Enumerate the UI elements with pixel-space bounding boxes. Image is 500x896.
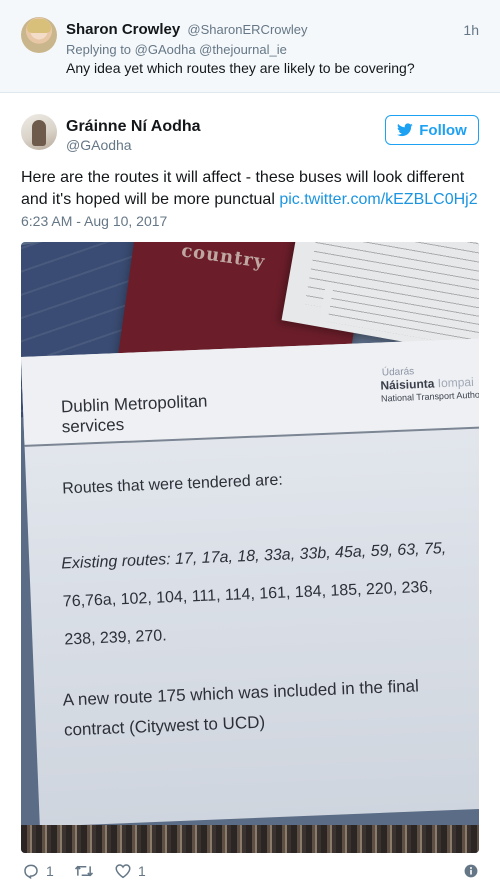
parent-author[interactable]: Sharon Crowley @SharonERCrowley <box>66 21 308 38</box>
replying-to: Replying to @GAodha @thejournal_ie <box>66 42 287 57</box>
info-icon <box>464 864 478 878</box>
pic-link[interactable]: pic.twitter.com/kEZBLC0Hj2 <box>279 191 477 208</box>
parent-tweet-text: Any idea yet which routes they are likel… <box>66 60 415 76</box>
parent-tweet[interactable]: Sharon Crowley @SharonERCrowley 1h Reply… <box>0 0 500 93</box>
document-header: Dublin Metropolitan services <box>61 392 209 438</box>
author-handle[interactable]: @GAodha <box>66 137 132 153</box>
tweet-time[interactable]: 1h <box>463 22 479 38</box>
existing-routes: Existing routes: 17, 17a, 18, 33a, 33b, … <box>61 530 450 659</box>
follow-label: Follow <box>419 121 467 139</box>
tweet-photo[interactable]: country Dublin Metropolitan services Úda… <box>21 242 479 853</box>
heart-icon <box>115 864 131 879</box>
tendered-heading: Routes that were tendered are: <box>61 471 284 498</box>
author-handle[interactable]: @SharonERCrowley <box>187 22 307 37</box>
new-route-note: A new route 175 which was included in th… <box>62 671 420 745</box>
agency-name-faint: Iompai <box>434 374 475 391</box>
tweet-text-line: and it's hoped will be more punctual pic… <box>21 189 485 211</box>
like-count: 1 <box>138 863 146 879</box>
tweet-text: Here are the routes it will affect - the… <box>21 167 485 211</box>
tweet-timestamp[interactable]: 6:23 AM - Aug 10, 2017 <box>21 213 167 229</box>
retweet-button[interactable] <box>74 862 94 880</box>
reply-button[interactable]: 1 <box>22 862 54 880</box>
tweet-text-fragment: and it's hoped will be more punctual <box>21 191 275 208</box>
photo-document-page: Dublin Metropolitan services Údarás Náis… <box>21 338 479 827</box>
replying-prefix: Replying to <box>66 42 132 57</box>
replying-to-handles[interactable]: @GAodha @thejournal_ie <box>135 42 287 57</box>
agency-name-main: Náisiunta <box>380 376 435 393</box>
retweet-icon <box>74 865 94 877</box>
reply-icon <box>24 864 38 880</box>
tweet-text-line: Here are the routes it will affect - the… <box>21 169 465 186</box>
twitter-bird-icon <box>397 123 413 137</box>
info-button[interactable] <box>464 864 478 878</box>
photo-bottom-strip <box>21 825 479 853</box>
author-name[interactable]: Sharon Crowley <box>66 21 180 38</box>
avatar-grainne-ni-aodha[interactable] <box>21 114 57 150</box>
like-button[interactable]: 1 <box>114 862 146 880</box>
author-name[interactable]: Gráinne Ní Aodha <box>66 118 201 136</box>
avatar-sharon-crowley[interactable] <box>21 17 57 53</box>
tweet-actions: 1 1 <box>0 858 500 888</box>
reply-count: 1 <box>46 863 54 879</box>
follow-button[interactable]: Follow <box>385 115 479 145</box>
